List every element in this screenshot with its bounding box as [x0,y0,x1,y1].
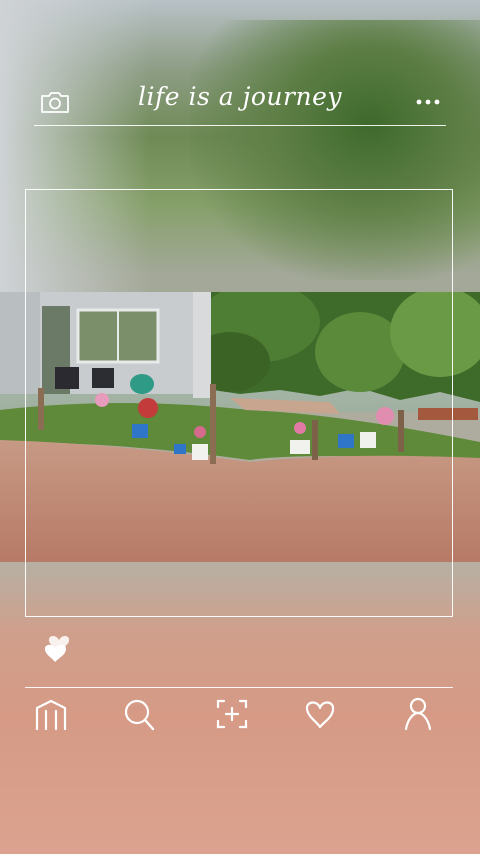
page-title: life is a journey [138,82,342,111]
bottom-nav [0,696,480,736]
add-post-icon[interactable] [215,696,249,732]
heart-icon[interactable] [303,696,337,732]
nav-divider [25,687,453,688]
profile-icon[interactable] [401,696,435,732]
search-icon[interactable] [122,696,156,732]
header-divider [34,125,446,126]
top-bar: life is a journey [0,70,480,130]
home-icon[interactable] [34,696,68,732]
more-icon[interactable] [414,92,442,112]
heart-icon[interactable] [42,626,76,664]
photo-frame [25,189,453,617]
